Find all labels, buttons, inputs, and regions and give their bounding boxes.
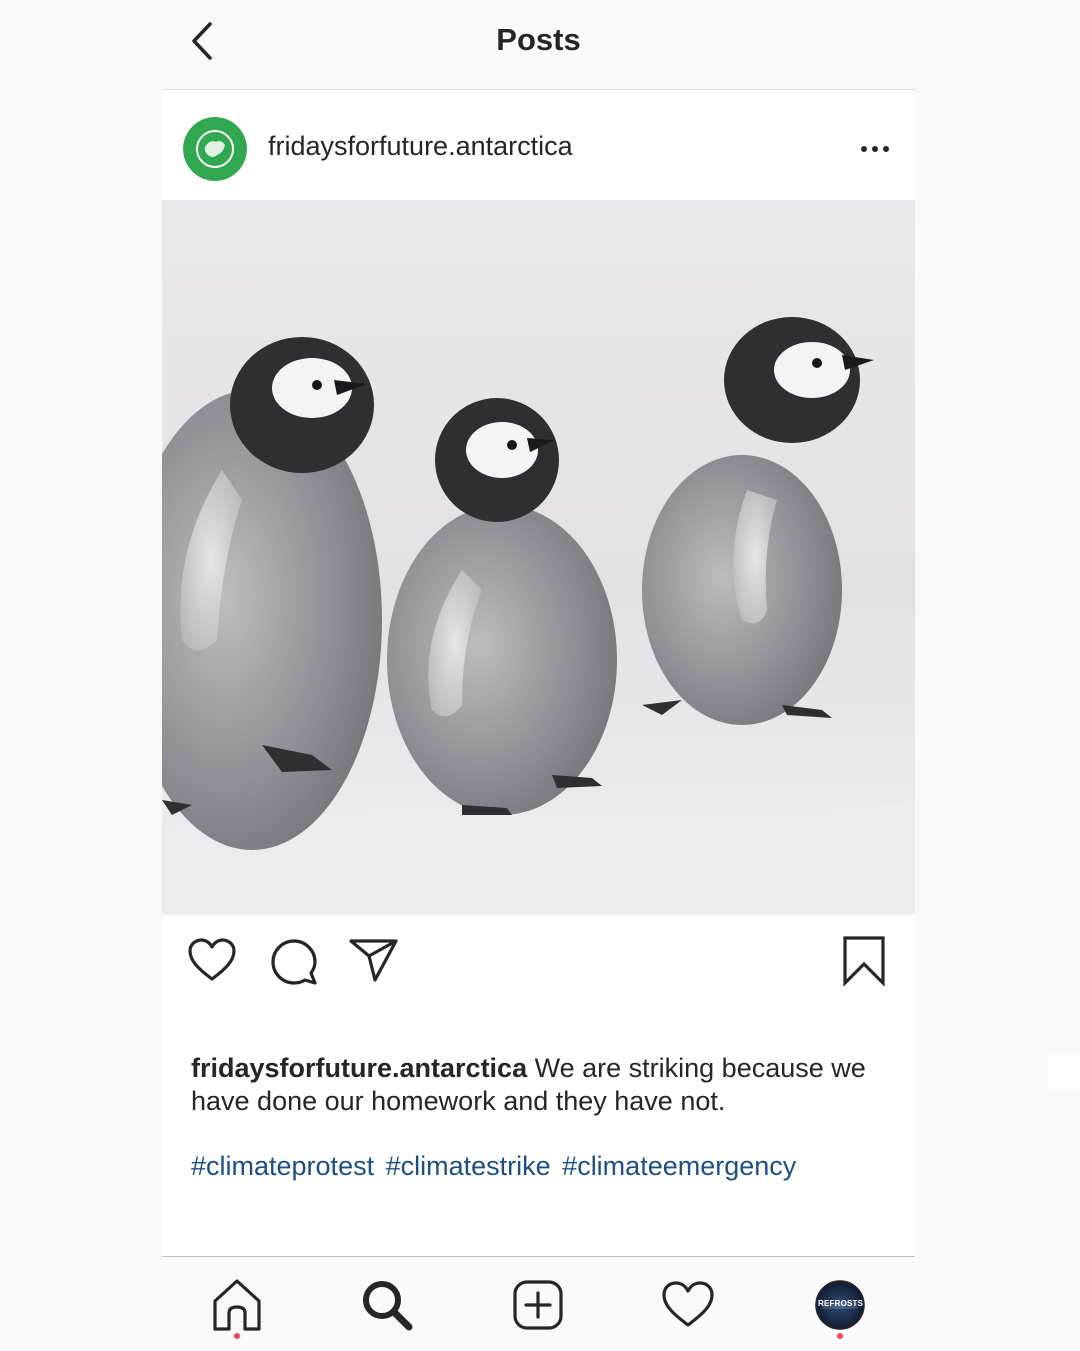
tab-activity[interactable]: [658, 1275, 718, 1335]
penguin-chicks-photo: [162, 200, 915, 915]
tab-create[interactable]: [508, 1275, 568, 1335]
post-actions: [162, 915, 915, 1015]
share-button[interactable]: [348, 937, 400, 988]
caption-username[interactable]: fridaysforfuture.antarctica: [191, 1053, 527, 1083]
comment-button[interactable]: [270, 938, 318, 991]
hashtag-list: #climateprotest #climatestrike #climatee…: [191, 1150, 911, 1183]
post-username[interactable]: fridaysforfuture.antarctica: [268, 131, 573, 162]
post-header: fridaysforfuture.antarctica: [162, 90, 915, 200]
more-horizontal-icon: [861, 146, 889, 152]
account-avatar[interactable]: [183, 117, 247, 181]
bottom-tab-bar: REFROSTS: [162, 1256, 915, 1351]
edge-overlay: [1048, 1054, 1080, 1090]
notification-dot: [837, 1333, 843, 1339]
like-button[interactable]: [187, 937, 237, 988]
heart-icon: [662, 1281, 714, 1327]
post-image[interactable]: [162, 200, 915, 915]
hashtag-link[interactable]: #climatestrike: [386, 1151, 551, 1181]
more-options-button[interactable]: [857, 135, 897, 163]
hashtag-link[interactable]: #climateprotest: [191, 1151, 374, 1181]
plus-square-icon: [513, 1280, 563, 1330]
heart-icon: [188, 938, 236, 981]
home-icon: [213, 1279, 261, 1331]
tab-home[interactable]: [207, 1275, 267, 1335]
comment-bubble-icon: [271, 939, 317, 985]
fridays-for-future-logo: [183, 117, 247, 181]
instagram-screen: Posts fridaysforfuture.antarctica friday…: [162, 0, 915, 1351]
profile-avatar-text: REFROSTS: [818, 1299, 864, 1308]
paper-plane-icon: [349, 939, 398, 982]
post-caption: fridaysforfuture.antarctica We are strik…: [191, 1052, 891, 1118]
save-button[interactable]: [842, 935, 886, 992]
hashtag-link[interactable]: #climateemergency: [562, 1151, 796, 1181]
tab-search[interactable]: [357, 1275, 417, 1335]
bookmark-icon: [843, 936, 885, 987]
page-title: Posts: [496, 22, 581, 57]
search-icon: [363, 1281, 413, 1331]
top-nav-bar: Posts: [162, 0, 915, 90]
notification-dot: [234, 1333, 240, 1339]
tab-profile[interactable]: REFROSTS: [810, 1275, 870, 1335]
